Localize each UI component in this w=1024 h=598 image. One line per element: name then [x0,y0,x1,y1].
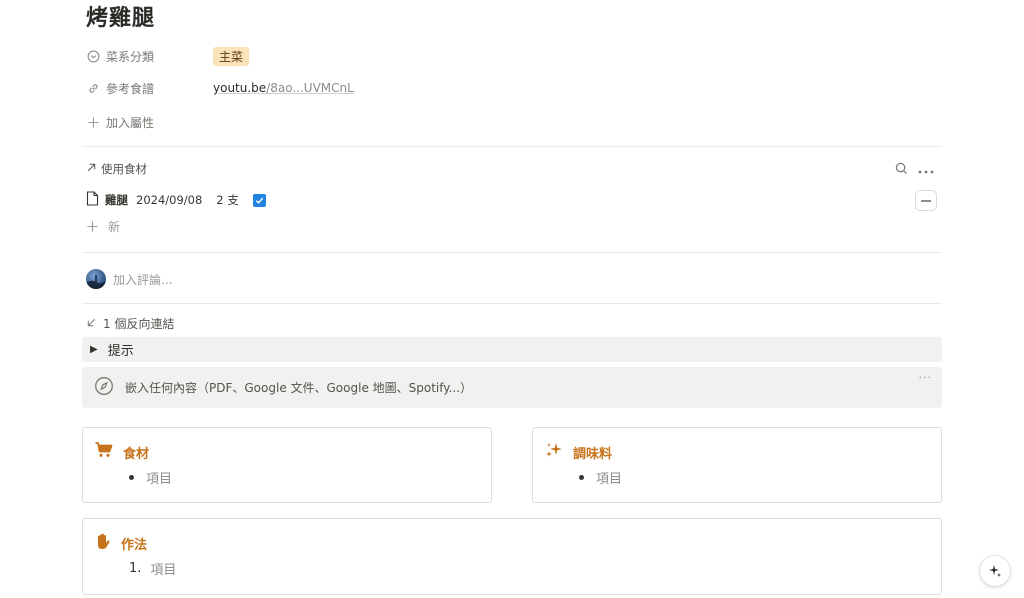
search-icon[interactable] [895,160,908,179]
property-row-reference[interactable]: 參考食譜 youtu.be/8ao...UVMCnL [86,76,354,100]
shopping-cart-icon [95,442,113,462]
hand-icon [95,533,111,554]
arrow-down-left-icon [86,317,97,331]
card-ingredients: 食材 項目 [82,427,492,503]
card-seasoning: 調味料 項目 [532,427,942,503]
add-property-label: 加入屬性 [106,115,155,130]
divider [82,303,942,304]
comment-placeholder: 加入評論... [113,272,173,287]
toggle-block-hint[interactable]: ▶ 提示 [82,337,942,362]
comment-input[interactable]: 加入評論... [86,269,172,289]
check-icon [255,197,264,204]
bullet [579,475,584,480]
add-property-button[interactable]: 加入屬性 [86,110,154,134]
property-label: 參考食譜 [106,81,155,96]
page-icon [86,191,99,209]
ai-assistant-button[interactable] [980,556,1010,586]
property-row-category[interactable]: 菜系分類 主菜 [86,44,250,68]
card-title[interactable]: 調味料 [545,442,612,462]
sparkles-icon [545,442,563,462]
list-item[interactable]: 1. 項目 [129,559,176,578]
list-item-text: 項目 [146,472,173,487]
card-title[interactable]: 作法 [95,533,147,554]
divider [82,252,942,253]
relation-tools [895,160,934,179]
card-title-text: 調味料 [573,446,613,462]
relation-item-qty: 2 支 [216,193,239,207]
relation-item-checkbox[interactable] [252,193,266,207]
chevron-circle-icon [86,49,100,63]
divider [82,146,942,147]
triangle-right-icon[interactable]: ▶ [90,344,98,355]
plus-icon [86,115,100,129]
card-title[interactable]: 食材 [95,442,149,462]
toggle-label: 提示 [107,344,134,359]
minus-icon [921,199,931,202]
remove-relation-button[interactable] [915,190,937,211]
list-item-number: 1. [129,561,142,576]
card-title-text: 作法 [121,538,148,553]
embed-block[interactable]: 嵌入任何內容（PDF、Google 文件、Google 地圖、Spotify..… [82,367,942,408]
arrow-up-right-icon [86,162,97,176]
relation-item-date: 2024/09/08 [136,193,203,207]
card-title-text: 食材 [123,446,150,462]
more-options-icon[interactable] [918,160,934,179]
property-label: 菜系分類 [106,49,155,64]
list-item-text: 項目 [596,472,623,487]
link-icon [86,81,100,95]
reference-link[interactable]: youtu.be/8ao...UVMCnL [213,81,354,95]
compass-icon [94,376,114,399]
list-item[interactable]: 項目 [579,468,622,487]
plus-icon [86,220,99,233]
backlinks-toggle[interactable]: 1 個反向連結 [86,315,174,332]
category-tag[interactable]: 主菜 [213,46,250,66]
relation-title: 使用食材 [101,162,147,176]
embed-placeholder: 嵌入任何內容（PDF、Google 文件、Google 地圖、Spotify..… [125,381,473,395]
add-relation-label: 新 [108,220,121,234]
add-relation-button[interactable]: 新 [86,218,120,235]
relation-header[interactable]: 使用食材 [86,161,147,177]
sparkle-icon [989,565,1001,577]
list-item-text: 項目 [150,563,177,578]
page-title[interactable]: 烤雞腿 [86,0,155,32]
card-method: 作法 1. 項目 [82,518,942,595]
relation-item-name[interactable]: 雞腿 [105,192,128,208]
list-item[interactable]: 項目 [129,468,172,487]
embed-more-icon[interactable]: ··· [919,371,933,384]
relation-row[interactable]: 雞腿 2024/09/08 2 支 [86,190,266,210]
bullet [129,475,134,480]
backlinks-label: 1 個反向連結 [103,317,175,331]
avatar [86,269,106,289]
